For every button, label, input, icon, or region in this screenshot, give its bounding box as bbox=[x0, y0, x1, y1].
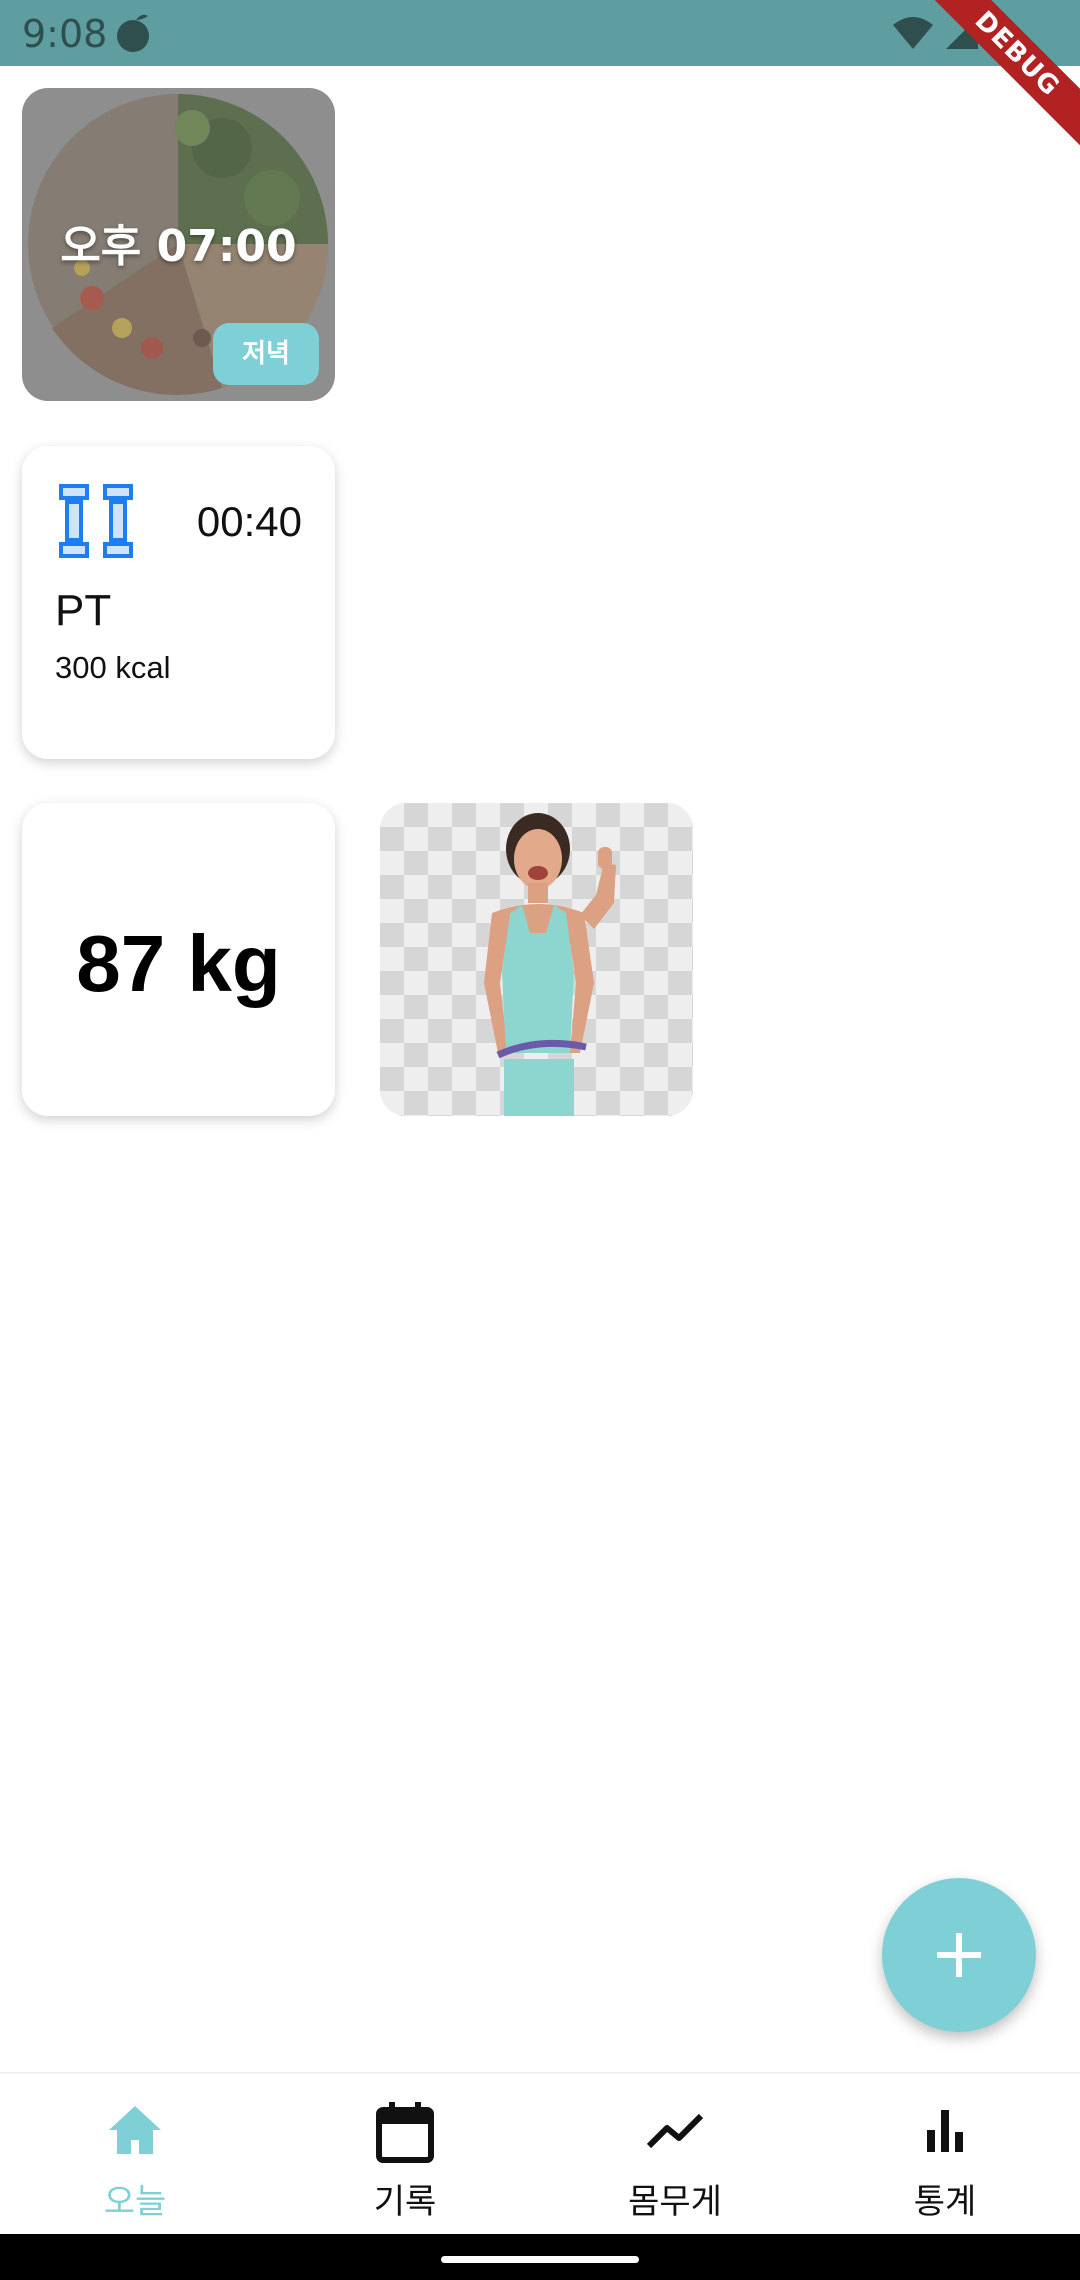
wifi-icon bbox=[893, 17, 934, 49]
weight-value: 87 kg bbox=[76, 919, 281, 1008]
meal-type-badge: 저녁 bbox=[213, 323, 319, 385]
weight-card[interactable]: 87 kg bbox=[22, 803, 335, 1116]
exercise-name: PT bbox=[55, 586, 112, 635]
nav-label-records: 기록 bbox=[373, 2182, 437, 2222]
nav-item-weight[interactable]: 몸무게 bbox=[540, 2074, 810, 2236]
system-nav-bar bbox=[0, 2234, 1080, 2280]
body-photo-card[interactable] bbox=[380, 803, 693, 1116]
nav-label-stats: 통계 bbox=[913, 2182, 977, 2222]
exercise-card[interactable]: 00:40 PT 300 kcal bbox=[22, 446, 335, 759]
add-button[interactable] bbox=[882, 1878, 1036, 2032]
nav-item-today[interactable]: 오늘 bbox=[0, 2074, 270, 2236]
status-time: 9:08 bbox=[22, 12, 108, 56]
home-gesture-pill[interactable] bbox=[441, 2256, 639, 2263]
home-icon bbox=[109, 2106, 161, 2154]
bar-chart-icon bbox=[927, 2110, 963, 2152]
exercise-calories: 300 kcal bbox=[55, 650, 171, 685]
exercise-duration: 00:40 bbox=[196, 498, 302, 545]
plus-icon bbox=[937, 1933, 981, 1977]
meal-time: 오후 07:00 bbox=[60, 221, 297, 272]
status-bar: 9:08 bbox=[0, 0, 1080, 66]
bottom-nav: 오늘 기록 몸무게 통계 bbox=[0, 2072, 1080, 2236]
nav-item-stats[interactable]: 통계 bbox=[810, 2074, 1080, 2236]
nav-item-records[interactable]: 기록 bbox=[270, 2074, 540, 2236]
meal-card[interactable]: 오후 07:00 저녁 bbox=[22, 88, 335, 401]
body-photo bbox=[484, 813, 616, 1116]
nav-label-weight: 몸무게 bbox=[628, 2182, 722, 2222]
dumbbell-icon bbox=[55, 480, 137, 567]
calendar-icon bbox=[376, 2102, 434, 2163]
app-icon bbox=[112, 10, 158, 61]
nav-label-today: 오늘 bbox=[103, 2182, 167, 2222]
trend-line-icon bbox=[646, 2113, 704, 2149]
